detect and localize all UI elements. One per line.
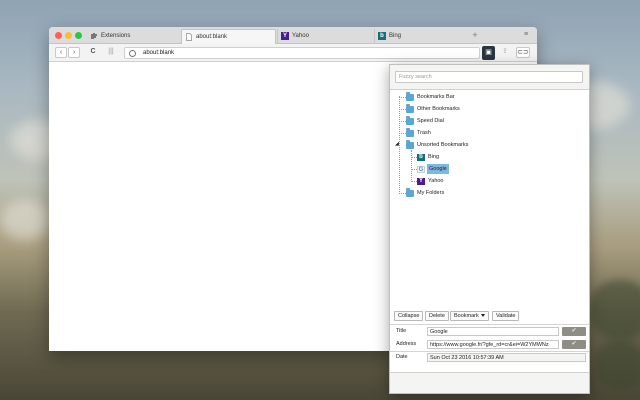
folder-icon (406, 104, 414, 113)
divider (390, 324, 589, 325)
forward-button[interactable]: › (68, 47, 80, 58)
tree-connector (411, 150, 412, 182)
tab-bar: Extensions about:blank Y Yahoo b Bing + … (49, 27, 537, 44)
tab-label: about:blank (196, 34, 228, 40)
date-label: Date (396, 354, 408, 360)
bing-icon: b (417, 153, 425, 161)
tab-bing[interactable]: b Bing (374, 29, 469, 44)
tab-label: Extensions (101, 33, 131, 39)
tab-about-blank[interactable]: about:blank (181, 29, 276, 44)
chevron-down-icon (480, 314, 485, 318)
validate-button[interactable]: Validate (492, 311, 520, 321)
delete-button[interactable]: Delete (425, 311, 449, 321)
address-save-button[interactable]: ✔ (562, 340, 586, 349)
tab-label: Bing (389, 33, 402, 39)
share-icon[interactable]: ⇪ (499, 47, 511, 58)
folder-icon (406, 116, 414, 125)
extension-toggle-icon[interactable]: ⊂⊃ (516, 47, 530, 58)
url-text: about:blank (143, 50, 175, 56)
globe-icon (129, 50, 136, 57)
fuzzy-search-input[interactable] (395, 71, 583, 83)
folder-icon (406, 128, 414, 137)
address-field[interactable]: https://www.google.fr/?gfe_rd=cr&ei=W2YM… (427, 340, 559, 349)
date-value: Sun Oct 23 2016 10:57:39 AM (427, 353, 586, 362)
tab-extensions[interactable]: Extensions (87, 29, 169, 44)
zoom-window-button[interactable] (75, 32, 82, 39)
tree-connector (399, 133, 406, 134)
speed-dial-icon[interactable]: ||| (105, 47, 117, 58)
background-tree (595, 340, 640, 390)
back-button[interactable]: ‹ (55, 47, 67, 58)
tree-connector (399, 96, 400, 192)
title-save-button[interactable]: ✔ (562, 327, 586, 336)
google-icon: G (417, 165, 425, 173)
tab-yahoo[interactable]: Y Yahoo (277, 29, 372, 44)
folder-icon (406, 140, 414, 149)
close-window-button[interactable] (55, 32, 62, 39)
yahoo-icon: Y (417, 177, 425, 185)
address-label: Address (396, 341, 417, 347)
page-icon (186, 33, 192, 41)
tree-connector (399, 121, 406, 122)
folder-icon (406, 92, 414, 101)
yahoo-icon: Y (281, 32, 289, 40)
title-field[interactable]: Google (427, 327, 559, 336)
background-cloud (0, 200, 50, 240)
tab-label: Yahoo (292, 33, 309, 39)
bookmark-popup: Bookmarks Bar Other Bookmarks Speed Dial… (389, 64, 590, 394)
reload-button[interactable]: C (87, 47, 99, 58)
tree-connector (399, 109, 406, 110)
minimize-window-button[interactable] (65, 32, 72, 39)
tree-connector (399, 97, 406, 98)
tree-connector (399, 193, 406, 194)
menu-icon[interactable]: ≡ (521, 31, 531, 40)
background-tree (590, 280, 640, 340)
puzzle-icon (91, 33, 97, 39)
address-bar[interactable]: about:blank (124, 47, 480, 59)
divider (390, 351, 589, 352)
bookmark-extension-icon[interactable]: ▣ (482, 46, 495, 60)
new-tab-button[interactable]: + (469, 29, 481, 42)
bing-icon: b (378, 32, 386, 40)
bookmark-dropdown-label: Bookmark (454, 313, 479, 319)
collapse-button[interactable]: Collapse (394, 311, 424, 321)
folder-icon (406, 188, 414, 197)
toolbar: ‹ › C ||| about:blank ▣ ⇪ ⊂⊃ (49, 44, 537, 62)
expand-arrow-icon[interactable]: ◢ (395, 141, 399, 147)
title-label: Title (396, 328, 407, 334)
bookmark-dropdown-button[interactable]: Bookmark (450, 311, 489, 321)
